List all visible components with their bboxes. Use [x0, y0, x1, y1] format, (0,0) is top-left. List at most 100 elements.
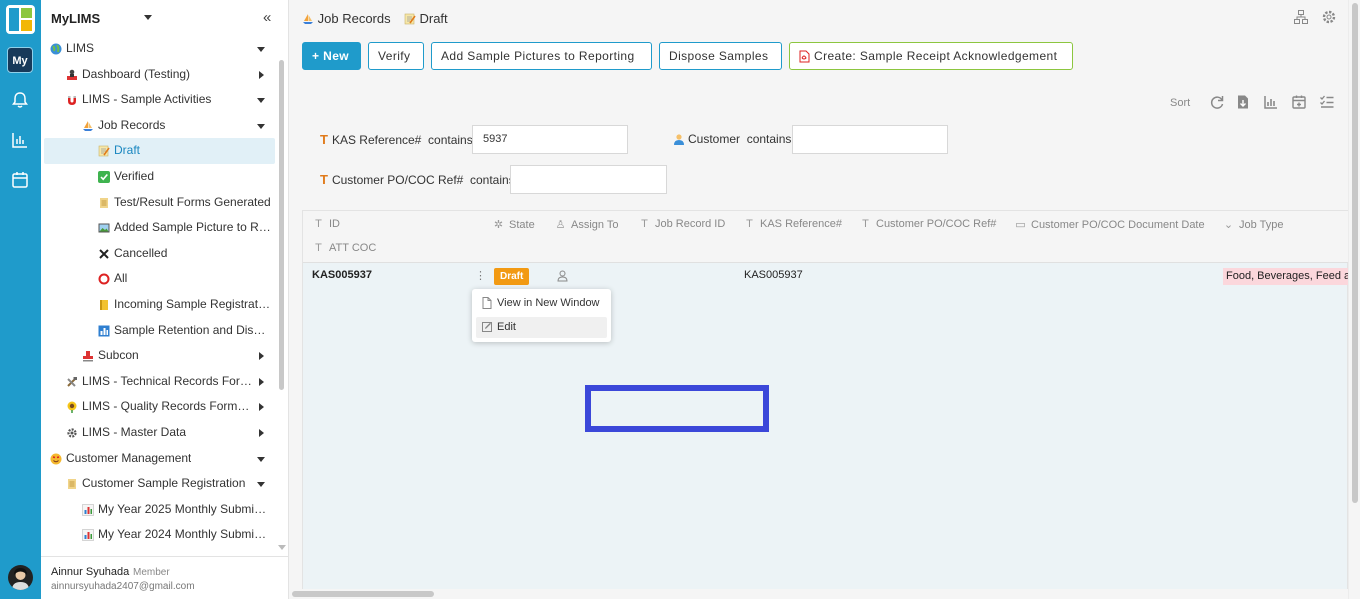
column-header-id[interactable]: T ID — [313, 218, 340, 230]
hierarchy-icon[interactable] — [1293, 9, 1309, 25]
verify-button[interactable]: Verify — [368, 42, 424, 70]
user-avatar[interactable] — [8, 565, 33, 590]
magnet-icon — [66, 94, 78, 106]
column-header-state[interactable]: ✲ State — [493, 218, 535, 231]
bell-icon[interactable] — [10, 90, 30, 110]
memo-icon — [404, 13, 416, 24]
user-role: Member — [133, 567, 170, 578]
calendar-icon[interactable] — [10, 170, 30, 190]
my-workspace-button[interactable]: My — [7, 47, 33, 73]
chevron-down-icon[interactable] — [257, 47, 265, 52]
person-icon: ♙ — [555, 219, 566, 231]
text-type-icon: T — [746, 218, 753, 230]
row-menu-icon[interactable]: ⋮ — [475, 269, 486, 282]
app-title[interactable]: MyLIMS — [51, 11, 100, 26]
sidebar-item-2024-monthly[interactable]: My Year 2024 Monthly Submissi... — [41, 522, 281, 548]
customer-icon — [673, 133, 685, 145]
text-type-icon: T — [862, 218, 869, 230]
breadcrumb-parent[interactable]: Job Records — [318, 11, 391, 26]
sidebar-item-sample-retention[interactable]: Sample Retention and Dispos... — [41, 318, 281, 344]
records-grid: T ID ✲ State ♙ Assign To T Job Record ID T KA… — [302, 210, 1349, 590]
sidebar-item-test-result-forms[interactable]: Test/Result Forms Generated — [41, 190, 281, 216]
sidebar-item-master-data[interactable]: LIMS - Master Data — [41, 420, 281, 446]
chevron-down-icon[interactable] — [257, 98, 265, 104]
sidebar-scrollbar[interactable] — [279, 60, 284, 390]
sort-button[interactable]: Sort — [1170, 97, 1190, 109]
app-logo-icon[interactable] — [6, 5, 35, 34]
sidebar-item-2025-monthly[interactable]: My Year 2025 Monthly Submissi... — [41, 497, 281, 523]
chevron-right-icon[interactable] — [259, 428, 264, 437]
sidebar-item-incoming-sample-registration[interactable]: Incoming Sample Registratio... — [41, 292, 281, 318]
sidebar-item-quality-records[interactable]: LIMS - Quality Records Form (Q... — [41, 394, 281, 420]
sidebar-item-job-records[interactable]: Job Records — [41, 113, 281, 139]
app-switcher-caret-icon[interactable] — [144, 15, 152, 20]
sidebar-item-technical-records[interactable]: LIMS - Technical Records Form ... — [41, 369, 281, 395]
sidebar-item-draft[interactable]: Draft — [44, 138, 275, 164]
globe-icon — [50, 43, 62, 55]
checklist-icon[interactable] — [1319, 94, 1335, 110]
column-header-po-document-date[interactable]: ▭ Customer PO/COC Document Date — [1015, 218, 1204, 231]
chevron-down-icon[interactable] — [257, 123, 265, 129]
column-header-assign-to[interactable]: ♙ Assign To — [555, 218, 619, 231]
reports-icon[interactable] — [10, 130, 30, 150]
sidebar-item-added-sample-picture[interactable]: Added Sample Picture to Rep... — [41, 215, 281, 241]
customer-po-input[interactable] — [510, 165, 667, 194]
breadcrumb: Job Records Draft — [302, 10, 448, 26]
column-header-job-record-id[interactable]: T Job Record ID — [639, 218, 725, 230]
settings-gear-icon[interactable] — [1321, 9, 1337, 25]
column-header-customer-po-ref[interactable]: T Customer PO/COC Ref# — [860, 218, 996, 230]
view-in-new-window-menu-item[interactable]: View in New Window — [476, 293, 607, 314]
sidebar-item-customer-sample-registration[interactable]: Customer Sample Registration — [41, 471, 281, 497]
table-row[interactable]: KAS005937 ⋮ Draft KAS005937 Food, Bevera… — [303, 263, 1349, 289]
picture-icon — [98, 222, 110, 234]
sidebar-item-dashboard[interactable]: Dashboard (Testing) — [41, 62, 281, 88]
dispose-samples-button[interactable]: Dispose Samples — [659, 42, 782, 70]
column-header-job-type[interactable]: ⌄ Job Type — [1223, 218, 1284, 231]
text-type-icon: T — [315, 218, 322, 230]
chevron-right-icon[interactable] — [259, 403, 264, 412]
chevron-right-icon[interactable] — [259, 70, 264, 79]
user-name: Ainnur Syuhada — [51, 566, 130, 578]
customer-filter-label: Customer contains — [673, 132, 791, 146]
bar-chart-icon — [82, 503, 94, 516]
edit-menu-item[interactable]: Edit — [476, 317, 607, 338]
sidebar-item-all[interactable]: All — [41, 266, 281, 292]
scroll-down-icon[interactable] — [278, 545, 286, 550]
refresh-icon[interactable] — [1209, 94, 1225, 110]
sidebar-item-sample-activities[interactable]: LIMS - Sample Activities — [41, 87, 281, 113]
customer-input[interactable] — [792, 125, 948, 154]
row-kas-reference: KAS005937 — [744, 269, 803, 281]
sidebar-item-verified[interactable]: Verified — [41, 164, 281, 190]
column-header-att-coc[interactable]: T ATT COC — [313, 242, 376, 254]
add-sample-pictures-button[interactable]: Add Sample Pictures to Reporting — [431, 42, 652, 70]
horizontal-scroll-thumb[interactable] — [292, 591, 434, 597]
vertical-scroll-thumb[interactable] — [1352, 3, 1358, 503]
new-button[interactable]: + New — [302, 42, 361, 70]
sunflower-icon — [66, 401, 78, 414]
grid-header: T ID ✲ State ♙ Assign To T Job Record ID T KA… — [303, 211, 1349, 263]
person-icon — [66, 69, 78, 81]
horizontal-scrollbar[interactable] — [290, 589, 1348, 599]
checkmark-icon — [98, 170, 110, 183]
scroll-icon — [98, 197, 110, 209]
chevron-right-icon[interactable] — [259, 352, 264, 361]
assign-user-icon[interactable] — [557, 270, 568, 282]
chevron-down-icon[interactable] — [257, 482, 265, 488]
sidebar-item-subcon[interactable]: Subcon — [41, 343, 281, 369]
calendar-view-icon[interactable] — [1291, 94, 1307, 110]
chevron-down-icon[interactable] — [257, 456, 265, 462]
sidebar-item-lims[interactable]: LIMS — [41, 36, 281, 62]
sidebar-item-customer-management[interactable]: Customer Management — [41, 446, 281, 472]
export-icon[interactable] — [1235, 94, 1251, 110]
user-panel[interactable]: Ainnur Syuhada Member ainnursyuhada2407@… — [41, 556, 289, 599]
collapse-sidebar-icon[interactable]: « — [263, 9, 271, 26]
chart-view-icon[interactable] — [1263, 94, 1279, 110]
create-receipt-acknowledgement-button[interactable]: Create: Sample Receipt Acknowledgement — [789, 42, 1073, 70]
kas-reference-input[interactable]: 5937 — [472, 125, 628, 154]
column-header-kas-reference[interactable]: T KAS Reference# — [744, 218, 842, 230]
sidebar-item-cancelled[interactable]: Cancelled — [41, 241, 281, 267]
row-id[interactable]: KAS005937 — [312, 269, 372, 281]
selection-highlight-box — [585, 385, 769, 432]
chevron-right-icon[interactable] — [259, 377, 264, 386]
vertical-scrollbar[interactable] — [1348, 0, 1360, 599]
